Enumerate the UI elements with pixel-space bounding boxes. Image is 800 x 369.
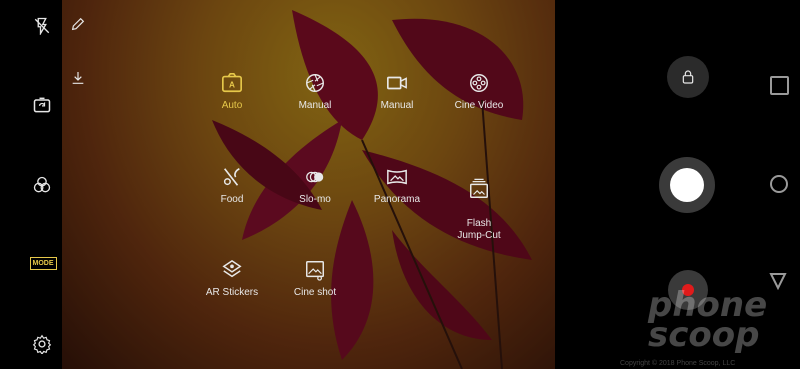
- switch-camera-icon[interactable]: [30, 93, 54, 117]
- mode-badge: MODE: [29, 256, 57, 270]
- mode-flash-jump-cut[interactable]: Flash Jump-Cut: [439, 166, 519, 242]
- mode-panorama[interactable]: Panorama: [357, 166, 437, 206]
- mode-label: Slo-mo: [299, 194, 331, 205]
- mode-label: Panorama: [373, 194, 421, 205]
- left-toolbar: MODE: [0, 0, 62, 369]
- mode-label: Cine shot: [293, 287, 337, 298]
- panorama-icon: [387, 169, 407, 185]
- mode-slo-mo[interactable]: Slo-mo: [275, 166, 355, 206]
- food-utensils-icon: [223, 168, 240, 186]
- cine-shot-icon: [306, 261, 324, 281]
- video-camera-icon: [387, 76, 407, 90]
- mode-label: Flash Jump-Cut: [457, 218, 501, 241]
- mode-label: Auto: [221, 100, 243, 111]
- mode-label: Manual: [298, 100, 332, 111]
- home-circle-icon[interactable]: [770, 175, 788, 193]
- svg-text:A: A: [229, 81, 235, 90]
- flash-off-icon[interactable]: [30, 14, 54, 38]
- slow-motion-icon: [306, 171, 324, 183]
- recents-square-icon[interactable]: [770, 76, 789, 95]
- mode-icon[interactable]: MODE: [29, 253, 57, 273]
- flash-jumpcut-icon: [470, 178, 488, 198]
- settings-icon[interactable]: [30, 332, 54, 356]
- shutter-inner: [670, 168, 704, 202]
- mode-auto[interactable]: A Auto: [192, 72, 272, 112]
- watermark-credit: Copyright © 2018 Phone Scoop, LLC: [620, 360, 736, 367]
- edit-pencil-icon[interactable]: [68, 14, 88, 34]
- mode-label: Cine Video: [454, 100, 504, 111]
- mode-manual-video[interactable]: Manual: [357, 72, 437, 112]
- filter-icon[interactable]: [30, 173, 54, 197]
- download-icon[interactable]: [68, 68, 88, 88]
- mode-food[interactable]: Food: [192, 166, 272, 206]
- mode-cine-shot[interactable]: Cine shot: [275, 259, 355, 299]
- film-reel-icon: [470, 74, 488, 92]
- watermark-logo: phone scoop: [648, 285, 768, 355]
- back-triangle-icon[interactable]: [769, 272, 787, 290]
- mode-label: Food: [220, 194, 244, 205]
- lock-icon: [678, 67, 698, 87]
- aperture-icon: [306, 74, 324, 92]
- mode-label: AR Stickers: [205, 287, 259, 298]
- mode-ar-stickers[interactable]: AR Stickers: [192, 259, 272, 299]
- ar-stickers-icon: [222, 259, 242, 278]
- mode-manual-photo[interactable]: Manual: [275, 72, 355, 112]
- mode-label: Manual: [380, 100, 414, 111]
- mode-cine-video[interactable]: Cine Video: [439, 72, 519, 112]
- auto-mode-icon: A: [222, 73, 242, 93]
